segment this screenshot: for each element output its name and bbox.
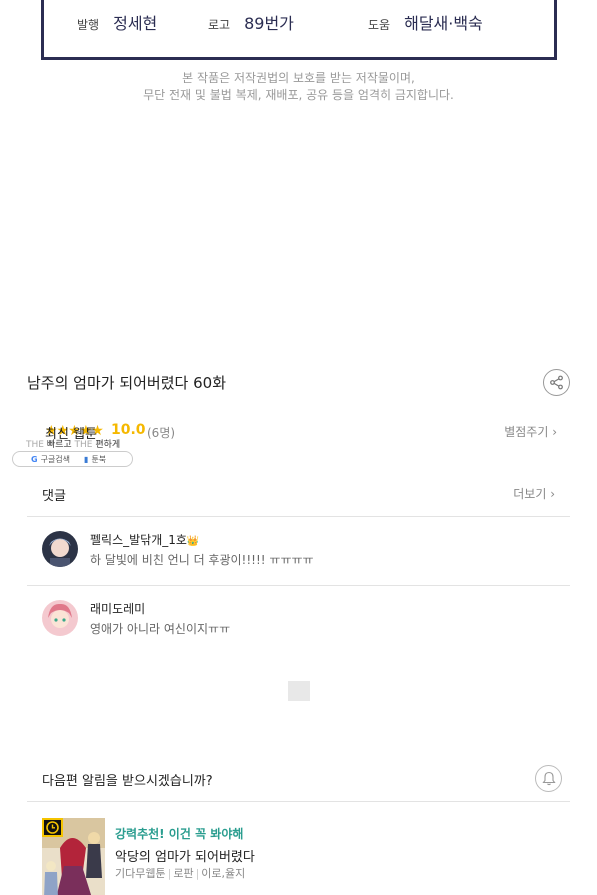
avatar bbox=[42, 600, 78, 636]
rating-count: (6명) bbox=[147, 426, 176, 440]
comment-item: 펠릭스_발닦개_1호👑 하 달빛에 비친 언니 더 후광이!!!!! ㅠㅠㅠㅠ bbox=[42, 531, 557, 571]
credit-value: 89번가 bbox=[244, 14, 294, 33]
meta-category: 기다무웹툰 bbox=[115, 867, 166, 880]
recommendation-title[interactable]: 악당의 엄마가 되어버렸다 bbox=[115, 846, 255, 865]
comment-text: 영애가 아니라 여신이지ㅠㅠ bbox=[90, 622, 231, 636]
ad-word: THE bbox=[26, 440, 44, 450]
overlay-ad[interactable]: THE 빠르고 THE 편하게 G 구글검색 ▮ 툰북 bbox=[12, 437, 134, 467]
share-button[interactable] bbox=[543, 369, 570, 396]
book-icon: ▮ bbox=[84, 454, 89, 464]
recommendation-tag: 강력추천! 이건 꼭 봐야해 bbox=[115, 827, 244, 841]
notify-button[interactable] bbox=[535, 765, 562, 792]
copyright-notice: 본 작품은 저작권법의 보호를 받는 저작물이며, 무단 전재 및 불법 복제,… bbox=[0, 70, 597, 104]
meta-genre: 로판 bbox=[173, 867, 194, 880]
google-icon: G bbox=[31, 454, 38, 464]
recommendation-cover[interactable] bbox=[42, 818, 105, 895]
notify-question: 다음편 알림을 받으시겠습니까? bbox=[42, 774, 213, 789]
comment-author-name: 펠릭스_발닦개_1호 bbox=[90, 533, 187, 547]
avatar bbox=[42, 531, 78, 567]
recommendation-item[interactable]: 강력추천! 이건 꼭 봐야해 악당의 엄마가 되어버렸다 기다무웹툰 | 로판 | 이로… bbox=[42, 818, 557, 895]
divider bbox=[27, 585, 570, 586]
bell-icon bbox=[541, 771, 556, 786]
credit-publisher: 발행 정세현 bbox=[77, 10, 157, 34]
comment-text: 하 달빛에 비친 언니 더 후광이!!!!! ㅠㅠㅠㅠ bbox=[90, 553, 314, 567]
copyright-line: 본 작품은 저작권법의 보호를 받는 저작물이며, bbox=[182, 71, 415, 85]
credit-label: 로고 bbox=[208, 18, 231, 32]
ad-search-pill[interactable]: G 구글검색 ▮ 툰북 bbox=[12, 451, 133, 467]
viewer-page: 발행 정세현 로고 89번가 도움 해달새·백숙 본 작품은 저작권법의 보호를… bbox=[0, 0, 597, 895]
comment-author[interactable]: 래미도레미 bbox=[90, 600, 145, 617]
credit-label: 도움 bbox=[368, 18, 391, 32]
credit-value: 정세현 bbox=[113, 14, 158, 33]
credit-value: 해달새·백숙 bbox=[404, 14, 483, 33]
rate-button[interactable]: 별점주기 › bbox=[504, 423, 557, 440]
ad-google-text: 구글검색 bbox=[40, 454, 71, 464]
credits-box: 발행 정세현 로고 89번가 도움 해달새·백숙 bbox=[41, 0, 557, 60]
recommendation-meta: 기다무웹툰 | 로판 | 이로,율지 bbox=[115, 867, 246, 880]
ad-word: THE bbox=[74, 440, 93, 450]
episode-title: 남주의 엄마가 되어버렸다 60화 bbox=[27, 374, 226, 392]
wait-free-clock-icon bbox=[42, 818, 63, 837]
divider bbox=[27, 801, 570, 802]
rating-score: 10.0 bbox=[111, 422, 146, 438]
credit-assist: 도움 해달새·백숙 bbox=[368, 10, 483, 34]
credit-label: 발행 bbox=[77, 18, 100, 32]
copyright-line: 무단 전재 및 불법 복제, 재배포, 공유 등을 엄격히 금지합니다. bbox=[143, 88, 454, 102]
crown-icon: 👑 bbox=[186, 536, 200, 547]
comments-more-link[interactable]: 더보기 › bbox=[513, 485, 555, 502]
comments-title: 댓글 bbox=[42, 489, 66, 504]
share-icon bbox=[550, 375, 563, 390]
image-placeholder-icon bbox=[288, 681, 310, 701]
credit-logo: 로고 89번가 bbox=[208, 10, 294, 34]
ad-slogan: THE 빠르고 THE 편하게 bbox=[26, 437, 120, 450]
ad-book-text: 툰북 bbox=[91, 454, 107, 464]
comment-item: 래미도레미 영애가 아니라 여신이지ㅠㅠ bbox=[42, 600, 557, 640]
comments-header: 댓글 더보기 › bbox=[42, 485, 555, 504]
ad-word: 빠르고 bbox=[46, 440, 72, 450]
ad-word: 편하게 bbox=[95, 440, 121, 450]
comment-author[interactable]: 펠릭스_발닦개_1호👑 bbox=[90, 531, 199, 548]
divider bbox=[27, 516, 570, 517]
meta-authors: 이로,율지 bbox=[201, 867, 246, 880]
